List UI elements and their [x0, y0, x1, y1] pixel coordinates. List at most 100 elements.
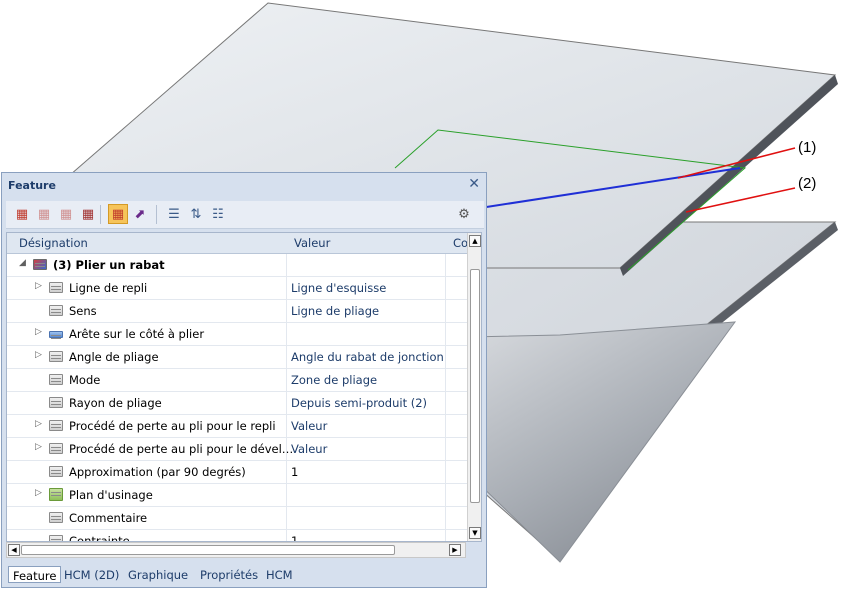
close-icon[interactable]: ✕	[468, 176, 480, 192]
tab-hcm-2d[interactable]: HCM (2D)	[60, 566, 123, 583]
sort-numbered-icon[interactable]: ⇅	[186, 204, 206, 224]
designation-label: Angle de pliage	[69, 350, 159, 364]
table-row[interactable]: ◢ (3) Plier un rabat	[7, 254, 467, 277]
edge-icon	[49, 331, 63, 338]
grid-header: Désignation Valeur Co	[7, 233, 468, 254]
feature-recalc-icon[interactable]: ▦	[78, 204, 98, 224]
column-header-valeur[interactable]: Valeur	[294, 236, 330, 250]
horizontal-scrollbar[interactable]: ◀ ▶	[6, 542, 466, 558]
extra-cell	[446, 392, 467, 414]
extra-cell	[446, 300, 467, 322]
feature-arrow-icon[interactable]: ⬈	[130, 204, 150, 224]
table-row[interactable]: Rayon de pliage Depuis semi-produit (2)	[7, 392, 467, 415]
table-row[interactable]: Mode Zone de pliage	[7, 369, 467, 392]
expand-icon[interactable]: ▷	[35, 350, 42, 360]
tab-graphique[interactable]: Graphique	[124, 566, 192, 583]
designation-label: Contrainte	[69, 534, 130, 542]
value-text: Ligne d'esquisse	[291, 281, 387, 295]
scroll-left-icon[interactable]: ◀	[8, 544, 20, 556]
table-row[interactable]: ▷ Procédé de perte au pli pour le repli Va…	[7, 415, 467, 438]
collapse-icon[interactable]: ◢	[19, 258, 26, 268]
value-cell[interactable]	[287, 254, 446, 276]
designation-label: Arête sur le côté à plier	[69, 327, 205, 341]
panel-toolbar: ▦ ▦ ▦ ▦ ▦ ⬈ ☰ ⇅ ☷ ⚙	[6, 201, 484, 229]
vertical-scroll-thumb[interactable]	[470, 269, 480, 503]
table-icon	[49, 512, 63, 523]
table-row[interactable]: Sens Ligne de pliage	[7, 300, 467, 323]
table-icon	[49, 443, 63, 454]
tab-feature[interactable]: Feature	[8, 566, 62, 583]
table-icon	[49, 305, 63, 316]
horizontal-scroll-thumb[interactable]	[21, 545, 395, 555]
value-cell[interactable]: Zone de pliage	[287, 369, 446, 391]
sort-list-icon[interactable]: ☰	[164, 204, 184, 224]
designation-cell: ▷ Procédé de perte au pli pour le repli	[7, 415, 287, 437]
value-cell[interactable]: Angle du rabat de jonction	[287, 346, 446, 368]
value-cell[interactable]	[287, 323, 446, 345]
designation-label: Plan d'usinage	[69, 488, 153, 502]
table-row[interactable]: ▷ Arête sur le côté à plier	[7, 323, 467, 346]
panel-tabs: Feature HCM (2D) Graphique Propriétés HCM	[6, 565, 484, 585]
feature-insert-icon[interactable]: ▦	[34, 204, 54, 224]
designation-label: Approximation (par 90 degrés)	[69, 465, 246, 479]
designation-cell: ▷ Procédé de perte au pli pour le dével…	[7, 438, 293, 460]
extra-cell	[446, 254, 467, 276]
tab-hcm[interactable]: HCM	[262, 566, 297, 583]
column-header-third[interactable]: Co	[453, 236, 468, 250]
extra-cell	[446, 346, 467, 368]
scroll-right-icon[interactable]: ▶	[449, 544, 461, 556]
feature-add-icon[interactable]: ▦	[12, 204, 32, 224]
value-text: 1	[291, 465, 299, 479]
value-cell[interactable]: 1	[287, 461, 446, 483]
table-icon	[49, 466, 63, 477]
value-cell[interactable]: Ligne de pliage	[287, 300, 446, 322]
value-cell[interactable]	[287, 484, 446, 506]
designation-label: (3) Plier un rabat	[53, 258, 165, 272]
table-row[interactable]: Approximation (par 90 degrés) 1	[7, 461, 467, 484]
expand-icon[interactable]: ▷	[35, 442, 42, 452]
column-header-designation[interactable]: Désignation	[19, 236, 88, 250]
vertical-scrollbar[interactable]: ▲ ▼	[467, 233, 481, 541]
value-cell[interactable]	[287, 507, 446, 529]
scroll-down-icon[interactable]: ▼	[469, 527, 481, 539]
designation-label: Procédé de perte au pli pour le repli	[69, 419, 276, 433]
designation-label: Procédé de perte au pli pour le dével…	[69, 442, 294, 456]
value-cell[interactable]: Valeur	[287, 438, 446, 460]
value-cell[interactable]: Valeur	[287, 415, 446, 437]
scroll-up-icon[interactable]: ▲	[469, 235, 481, 247]
table-row[interactable]: ▷ Ligne de repli Ligne d'esquisse	[7, 277, 467, 300]
designation-label: Mode	[69, 373, 101, 387]
extra-cell	[446, 461, 467, 483]
table-row[interactable]: Commentaire	[7, 507, 467, 530]
table-row[interactable]: ▷ Plan d'usinage	[7, 484, 467, 507]
expand-icon[interactable]: ▷	[35, 327, 42, 337]
expand-icon[interactable]: ▷	[35, 419, 42, 429]
feature-delete-icon[interactable]: ▦	[56, 204, 76, 224]
table-icon	[49, 535, 63, 541]
callout-label-1: (1)	[798, 139, 817, 156]
feature-panel: Feature ✕ ▦ ▦ ▦ ▦ ▦ ⬈ ☰ ⇅ ☷ ⚙ Désignation Valeur …	[1, 172, 487, 588]
designation-cell: Sens	[7, 300, 287, 322]
value-cell[interactable]: 1	[287, 530, 446, 541]
panel-titlebar: Feature ✕	[2, 173, 486, 199]
table-row[interactable]: ▷ Procédé de perte au pli pour le dével… V…	[7, 438, 467, 461]
designation-label: Rayon de pliage	[69, 396, 162, 410]
bend-feature-icon	[33, 259, 47, 270]
value-cell[interactable]: Ligne d'esquisse	[287, 277, 446, 299]
extra-cell	[446, 369, 467, 391]
table-icon	[49, 397, 63, 408]
designation-cell: Commentaire	[7, 507, 287, 529]
toolbar-separator	[156, 205, 157, 224]
extra-cell	[446, 323, 467, 345]
feature-highlight-icon[interactable]: ▦	[108, 204, 128, 224]
table-row[interactable]: ▷ Angle de pliage Angle du rabat de joncti…	[7, 346, 467, 369]
tab-propri-t-s[interactable]: Propriétés	[196, 566, 262, 583]
table-icon	[49, 420, 63, 431]
settings-gear-icon[interactable]: ⚙	[454, 204, 474, 224]
expand-icon[interactable]: ▷	[35, 488, 42, 498]
toolbar-separator	[100, 205, 101, 224]
table-row[interactable]: Contrainte 1	[7, 530, 467, 542]
value-cell[interactable]: Depuis semi-produit (2)	[287, 392, 446, 414]
sort-order-icon[interactable]: ☷	[208, 204, 228, 224]
expand-icon[interactable]: ▷	[35, 281, 42, 291]
